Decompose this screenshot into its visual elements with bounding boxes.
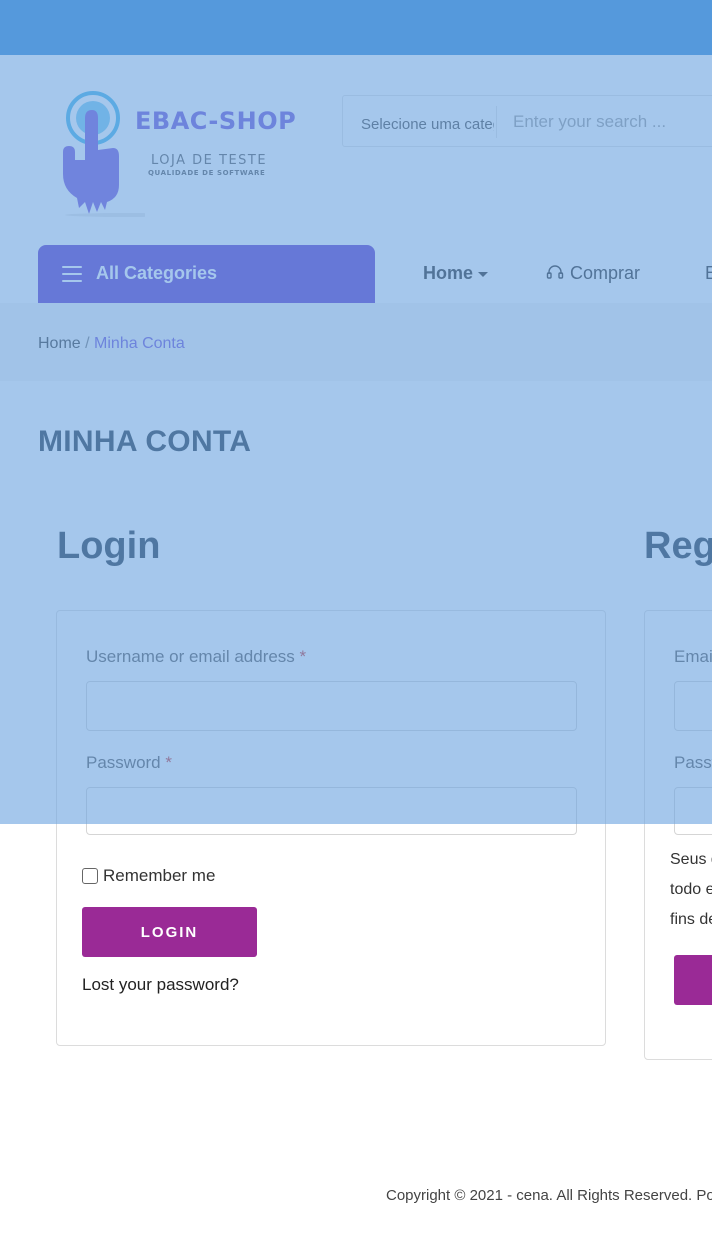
all-categories-label: All Categories: [96, 263, 218, 283]
required-mark: *: [165, 753, 172, 772]
breadcrumb-separator: /: [85, 335, 90, 352]
required-mark: *: [299, 647, 307, 666]
username-input[interactable]: [86, 681, 577, 731]
privacy-text-line-1: Seus dados pessoais: [670, 851, 712, 868]
nav-partial-label: E: [705, 263, 712, 283]
logo-subtitle: LOJA DE TESTE: [151, 153, 268, 168]
register-title: Register: [644, 525, 712, 567]
nav-comprar[interactable]: Comprar: [546, 263, 640, 284]
all-categories-button[interactable]: All Categories: [38, 245, 375, 303]
register-email-label-text: Email address: [674, 647, 712, 666]
breadcrumb-current: Minha Conta: [94, 335, 185, 352]
password-input[interactable]: [86, 787, 577, 835]
register-email-input[interactable]: [674, 681, 712, 731]
remember-me[interactable]: Remember me: [82, 866, 215, 886]
lost-password-link[interactable]: Lost your password?: [82, 975, 239, 995]
search-input[interactable]: [511, 108, 712, 136]
password-label-text: Password: [86, 753, 161, 772]
footer-copyright: Copyright © 2021 - cena. All Rights Rese…: [386, 1187, 712, 1204]
login-title: Login: [57, 525, 161, 567]
register-password-label: Password: [674, 753, 712, 773]
nav-comprar-label: Comprar: [570, 263, 641, 283]
nav-item-partial[interactable]: E: [705, 263, 712, 284]
login-button[interactable]: LOGIN: [82, 907, 257, 957]
password-label: Password *: [86, 753, 172, 773]
hand-touch-icon: [63, 91, 145, 217]
privacy-text-line-3: fins descritos: [670, 911, 712, 928]
remember-checkbox[interactable]: [82, 868, 98, 884]
register-password-input[interactable]: [674, 787, 712, 835]
breadcrumb: Home / Minha Conta: [38, 335, 185, 353]
search-bar: Selecione uma categoria: [342, 95, 712, 147]
nav-home-label: Home: [423, 263, 474, 283]
top-bar: [0, 0, 712, 55]
nav-home[interactable]: Home: [423, 263, 489, 284]
username-label: Username or email address *: [86, 647, 306, 667]
search-category-select[interactable]: Selecione uma categoria: [361, 116, 494, 133]
privacy-text-line-2: todo este site: [670, 881, 712, 898]
remember-label: Remember me: [103, 866, 216, 885]
headset-icon: [546, 265, 564, 279]
register-email-label: Email address: [674, 647, 712, 667]
register-button[interactable]: [674, 955, 712, 1005]
chevron-down-icon: [478, 271, 489, 277]
breadcrumb-home[interactable]: Home: [38, 335, 81, 352]
search-divider: [496, 106, 497, 138]
register-password-label-text: Password: [674, 753, 712, 772]
username-label-text: Username or email address: [86, 647, 295, 666]
menu-icon: [62, 266, 82, 282]
page: EBAC-SHOP LOJA DE TESTE QUALIDADE DE SOF…: [0, 0, 712, 1254]
logo-tagline: QUALIDADE DE SOFTWARE: [148, 169, 266, 177]
logo-title: EBAC-SHOP: [135, 107, 297, 135]
page-title: MINHA CONTA: [38, 425, 252, 458]
